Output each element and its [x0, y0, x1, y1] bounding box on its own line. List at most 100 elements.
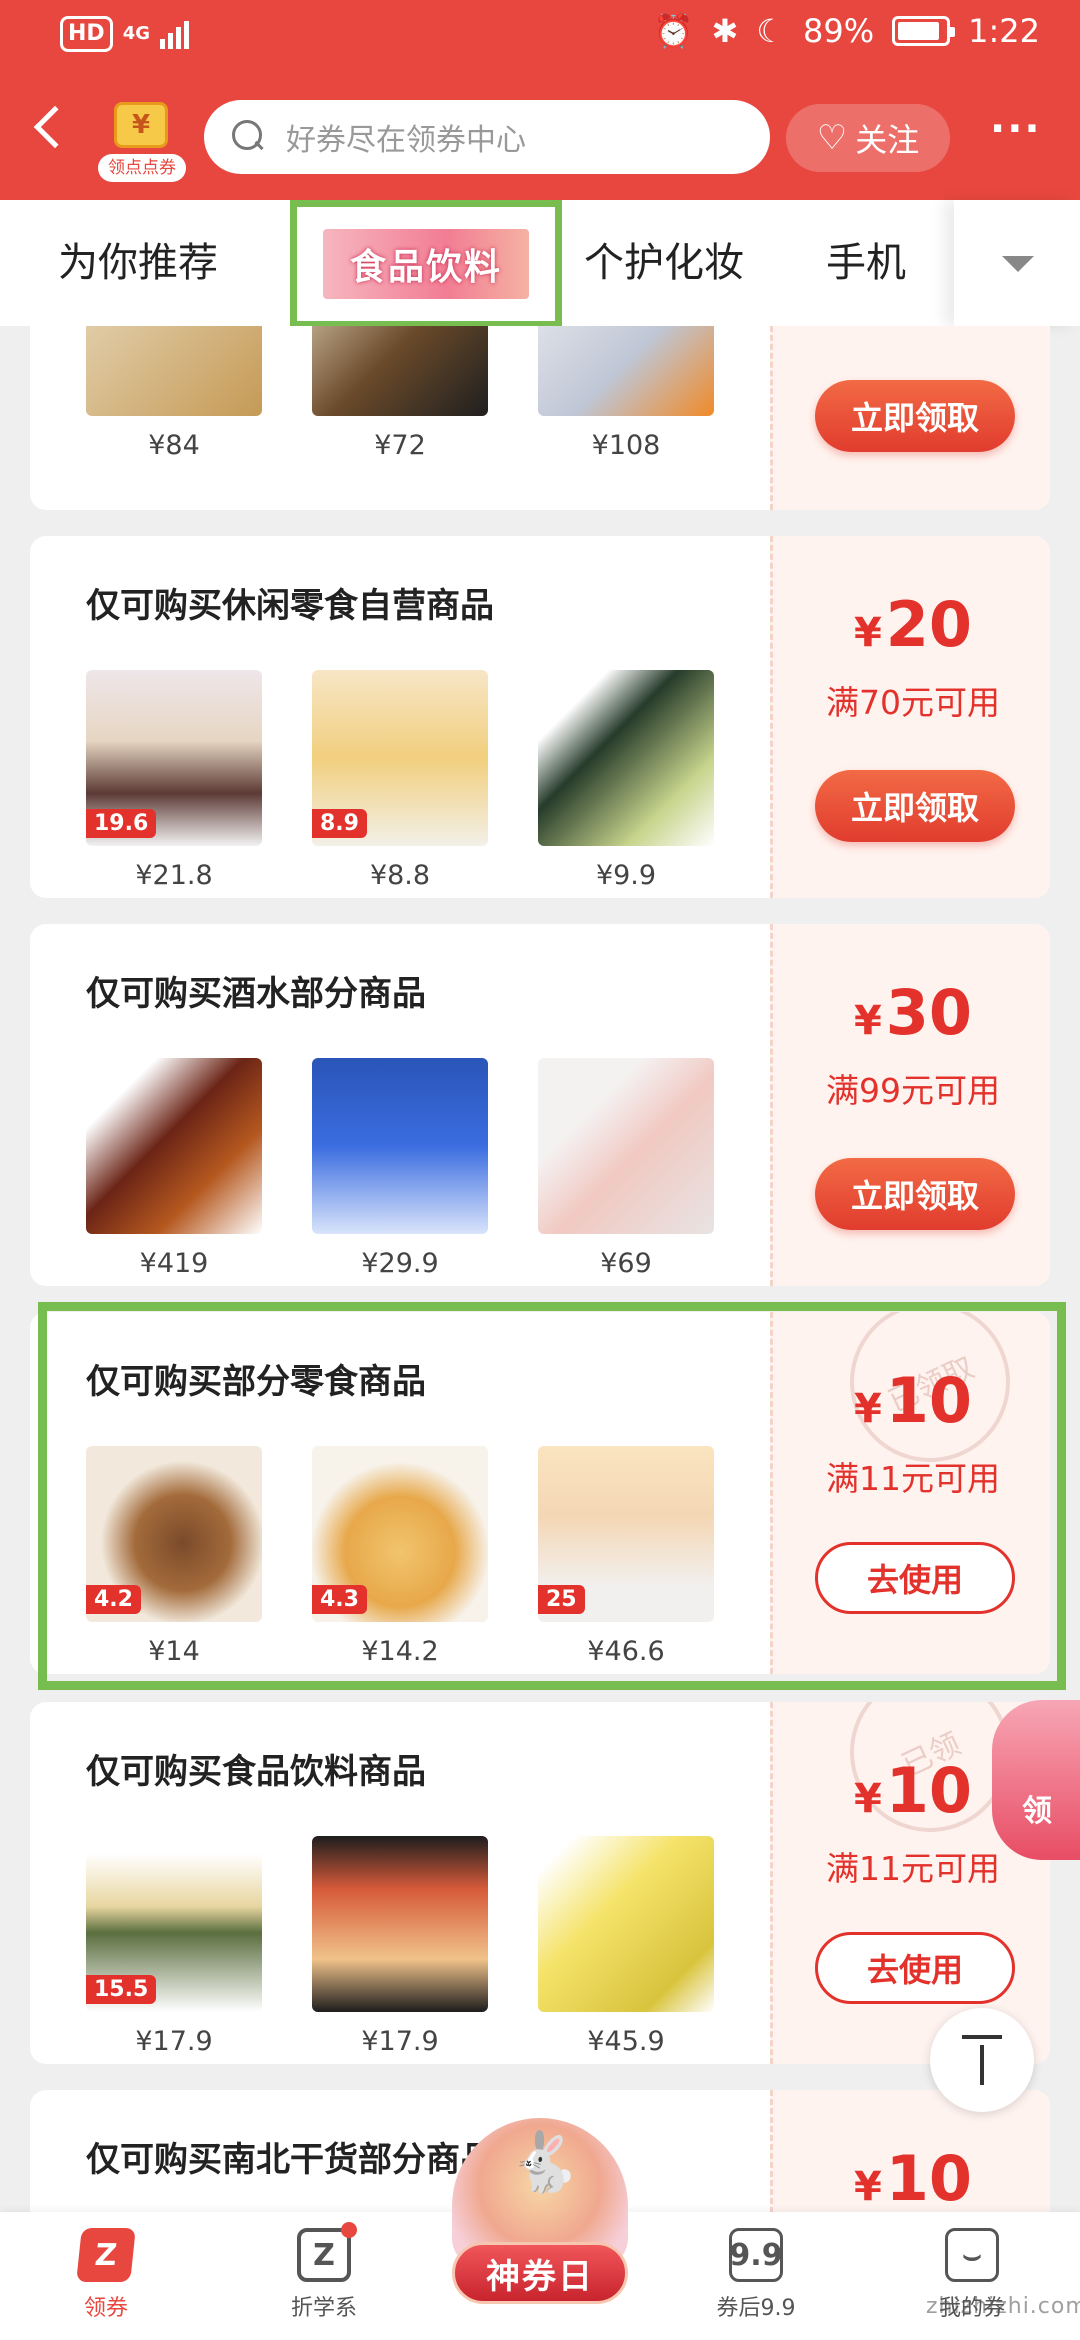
product-image	[86, 326, 262, 416]
back-icon[interactable]	[33, 105, 77, 149]
coupon-amount: ¥20	[773, 588, 1050, 661]
coupon-value-panel: ¥30 满99元可用 立即领取	[770, 924, 1050, 1286]
product-image: 8.9	[312, 670, 488, 846]
coupon-amount: ¥10	[773, 1364, 1050, 1437]
product-price: ¥14	[148, 1636, 200, 1667]
floating-promo-label: 领	[1022, 1794, 1052, 1829]
back-to-top-button[interactable]	[930, 2008, 1034, 2112]
currency-symbol: ¥	[853, 1776, 882, 1822]
product-item[interactable]: ¥17.9	[312, 1836, 488, 2057]
search-input[interactable]: 好券尽在领券中心	[204, 100, 770, 174]
product-image	[538, 1058, 714, 1234]
use-button[interactable]: 去使用	[815, 1932, 1015, 2004]
product-price: ¥45.9	[587, 2026, 665, 2057]
product-item[interactable]: ¥69	[538, 1058, 714, 1279]
price-tag: 25	[538, 1585, 585, 1614]
notification-dot	[341, 2222, 357, 2238]
nav-label: 折学系	[290, 2296, 357, 2321]
product-image	[312, 1836, 488, 2012]
battery-percent: 89%	[803, 12, 875, 50]
product-price: ¥69	[600, 1248, 652, 1279]
claim-button[interactable]: 立即领取	[815, 770, 1015, 842]
alarm-icon: ⏰	[653, 12, 694, 50]
coupon-card: 立即领取 ¥84 ¥72 ¥108	[30, 326, 1050, 510]
product-item[interactable]: ¥9.9	[538, 670, 714, 891]
nav-coupons[interactable]: Z 领券	[46, 2228, 166, 2322]
coupon-amount: ¥10	[773, 2142, 1050, 2215]
coupon-condition: 满11元可用	[826, 1849, 1000, 1888]
product-item[interactable]: 4.3 ¥14.2	[312, 1446, 488, 1667]
product-item[interactable]: 19.6 ¥21.8	[86, 670, 262, 891]
floating-promo-banner[interactable]: 领	[992, 1700, 1080, 1860]
coupon-card: 仅可购买部分零食商品 4.2 ¥14 4.3 ¥14.2 25 ¥46.6 已领…	[30, 1312, 1050, 1674]
product-price: ¥46.6	[587, 1636, 665, 1667]
product-price: ¥108	[591, 430, 661, 461]
nav-zhexue[interactable]: Z 折学系	[264, 2222, 384, 2322]
product-image	[538, 326, 714, 416]
price-tag: 8.9	[312, 809, 367, 838]
coupon-day-button[interactable]: 🐇 神券日	[430, 2118, 650, 2328]
price-9-9-icon: 9.9	[729, 2228, 783, 2282]
moon-icon: ☾	[756, 12, 786, 50]
coupon-value-panel: 已领取 ¥10 满11元可用 去使用	[770, 1312, 1050, 1674]
coupon-condition: 满70元可用	[826, 683, 1000, 722]
mine-icon: ⌣	[945, 2228, 999, 2282]
currency-symbol: ¥	[853, 610, 882, 656]
tab-recommend[interactable]: 为你推荐	[58, 230, 218, 288]
price-tag: 4.3	[312, 1585, 367, 1614]
signal-icon	[160, 19, 189, 49]
product-price: ¥21.8	[135, 860, 213, 891]
claim-button[interactable]: 立即领取	[815, 380, 1015, 452]
product-item[interactable]: 25 ¥46.6	[538, 1446, 714, 1667]
amount-value: 20	[885, 588, 973, 661]
price-tag: 4.2	[86, 1585, 141, 1614]
claim-button[interactable]: 立即领取	[815, 1158, 1015, 1230]
product-image: 25	[538, 1446, 714, 1622]
coupon-value-panel: 立即领取	[770, 326, 1050, 510]
currency-symbol: ¥	[853, 1386, 882, 1432]
product-item[interactable]: ¥108	[538, 326, 714, 461]
follow-button[interactable]: ♡ 关注	[786, 104, 950, 172]
product-item[interactable]: 8.9 ¥8.8	[312, 670, 488, 891]
coupon-icon: ¥	[114, 102, 168, 148]
clock-time: 1:22	[968, 12, 1040, 50]
product-item[interactable]: ¥84	[86, 326, 262, 461]
amount-value: 10	[885, 2142, 973, 2215]
tab-phones[interactable]: 手机	[826, 230, 906, 288]
coupon-card: 仅可购买食品饮料商品 15.5 ¥17.9 ¥17.9 ¥45.9 已领 ¥10…	[30, 1702, 1050, 2064]
chevron-down-icon[interactable]	[1002, 256, 1034, 272]
tab-food-drinks[interactable]: 食品饮料	[290, 200, 562, 328]
coupon-title: 仅可购买部分零食商品	[86, 1362, 426, 1402]
watermark: zhizhizhi.com	[926, 2294, 1080, 2319]
battery-icon	[892, 16, 956, 46]
more-icon[interactable]: ···	[990, 106, 1042, 152]
product-price: ¥84	[148, 430, 200, 461]
coupon-condition: 满99元可用	[826, 1071, 1000, 1110]
coupon-card: 仅可购买休闲零食自营商品 19.6 ¥21.8 8.9 ¥8.8 ¥9.9 ¥2…	[30, 536, 1050, 898]
product-item[interactable]: ¥45.9	[538, 1836, 714, 2057]
coupon-day-label: 神券日	[452, 2242, 628, 2304]
product-item[interactable]: 15.5 ¥17.9	[86, 1836, 262, 2057]
coupon-value-panel: ¥20 满70元可用 立即领取	[770, 536, 1050, 898]
search-placeholder: 好券尽在领券中心	[286, 123, 526, 158]
amount-value: 10	[885, 1754, 973, 1827]
product-item[interactable]: ¥29.9	[312, 1058, 488, 1279]
nav-after-coupon-9-9[interactable]: 9.9 券后9.9	[696, 2228, 816, 2322]
amount-value: 30	[885, 976, 973, 1049]
product-item[interactable]: ¥419	[86, 1058, 262, 1279]
product-image: 4.3	[312, 1446, 488, 1622]
product-price: ¥14.2	[361, 1636, 439, 1667]
tab-personal-care[interactable]: 个护化妆	[584, 230, 744, 288]
status-bar: HD 4G ⏰ ✱ ☾ 89% 1:22	[0, 0, 1080, 72]
product-item[interactable]: 4.2 ¥14	[86, 1446, 262, 1667]
price-tag: 19.6	[86, 809, 157, 838]
product-item[interactable]: ¥72	[312, 326, 488, 461]
nav-label: 领券	[83, 2296, 128, 2321]
product-price: ¥9.9	[595, 860, 657, 891]
heart-plus-icon: ♡	[816, 118, 848, 158]
amount-value: 10	[885, 1364, 973, 1437]
product-price: ¥419	[139, 1248, 209, 1279]
use-button[interactable]: 去使用	[815, 1542, 1015, 1614]
shop-logo[interactable]: ¥ 领点点券	[98, 96, 186, 182]
coupon-icon: Z	[76, 2228, 136, 2282]
